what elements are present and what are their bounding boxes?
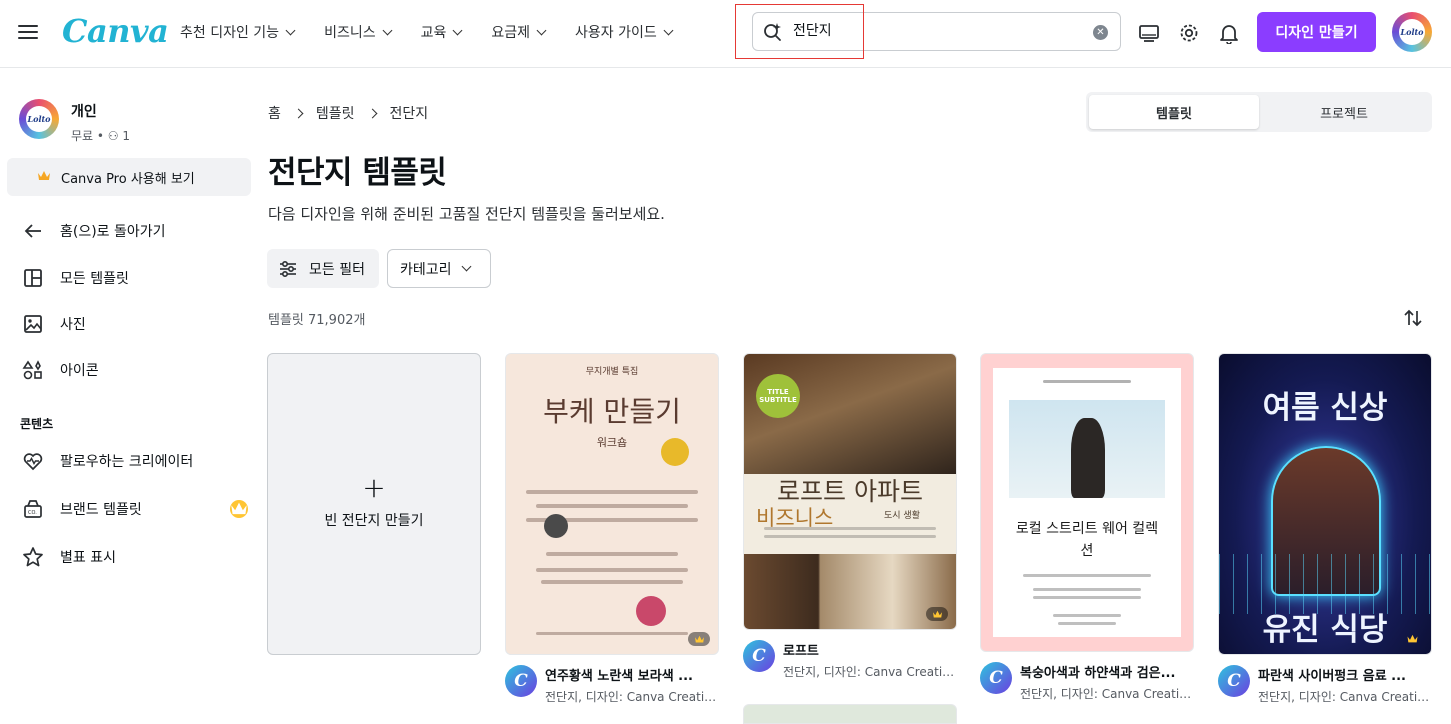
sidebar-item-all-templates[interactable]: 모든 템플릿: [22, 267, 248, 289]
creator-avatar[interactable]: C: [1218, 665, 1250, 697]
card-title[interactable]: 복숭아색과 하얀색과 검은...: [1020, 662, 1192, 681]
chevron-right-icon: [293, 108, 304, 118]
breadcrumb: 홈 템플릿 전단지: [268, 103, 428, 123]
creator-avatar[interactable]: C: [980, 662, 1012, 694]
back-home-link[interactable]: 홈(으)로 돌아가기: [22, 220, 248, 242]
all-filters-button[interactable]: 모든 필터: [267, 249, 379, 288]
card-title[interactable]: 파란색 사이버펑크 음료 ...: [1258, 665, 1430, 684]
gear-icon[interactable]: [1178, 22, 1200, 44]
pro-crown-icon: [688, 632, 710, 646]
breadcrumb-current: 전단지: [389, 106, 429, 122]
creator-avatar[interactable]: C: [743, 640, 775, 672]
sidebar-item-followed-creators[interactable]: 팔로우하는 크리에이터: [22, 450, 248, 472]
sliders-icon: [280, 260, 296, 277]
tab-projects[interactable]: 프로젝트: [1259, 95, 1429, 129]
crown-icon: [231, 502, 247, 515]
template-thumbnail[interactable]: 무지개별 특집 부케 만들기 워크숍: [505, 353, 719, 655]
chevron-down-icon: [663, 25, 674, 35]
tab-templates[interactable]: 템플릿: [1089, 95, 1259, 129]
photo-rooms: [744, 554, 956, 629]
user-avatar[interactable]: Lolto: [1392, 12, 1432, 52]
profile-avatar: Lolto: [19, 99, 59, 139]
nav-business[interactable]: 비즈니스: [324, 22, 393, 42]
create-design-button[interactable]: 디자인 만들기: [1257, 12, 1376, 52]
canva-logo[interactable]: Canva: [62, 12, 169, 50]
pro-crown-badge: [230, 500, 248, 518]
sidebar-item-starred[interactable]: 별표 표시: [22, 546, 248, 568]
top-nav: 추천 디자인 기능 비즈니스 교육 요금제 사용자 가이드: [180, 22, 674, 42]
create-blank-flyer-card[interactable]: + 빈 전단지 만들기: [267, 353, 481, 655]
profile-meta: 무료 • ⚇ 1: [71, 129, 130, 143]
card-subtitle: 전단지, 디자인: Canva Creative...: [545, 690, 717, 704]
bell-icon[interactable]: [1218, 22, 1240, 44]
template-thumbnail-partial[interactable]: [743, 704, 957, 724]
nav-education[interactable]: 교육: [421, 22, 463, 42]
sidebar-item-photos[interactable]: 사진: [22, 313, 248, 335]
breadcrumb-home[interactable]: 홈: [268, 103, 281, 123]
sidebar: Lolto 개인 무료 • ⚇ 1 Canva Pro 사용해 보기 홈(으)로…: [0, 69, 256, 717]
chevron-down-icon: [536, 25, 547, 35]
crown-icon: [38, 171, 50, 180]
creator-avatar[interactable]: C: [505, 665, 537, 697]
brand-kit-icon: CO.: [24, 500, 42, 518]
card-subtitle: 전단지, 디자인: Canva Creative...: [1258, 690, 1430, 704]
template-thumbnail[interactable]: TITLE SUBTITLE 로프트 아파트 비즈니스 도시 생활: [743, 353, 957, 630]
chevron-down-icon: [382, 25, 393, 35]
shapes-icon: [22, 360, 42, 380]
pro-crown-icon: [926, 607, 948, 621]
plus-icon: +: [362, 471, 386, 504]
page-subtitle: 다음 디자인을 위해 준비된 고품질 전단지 템플릿을 둘러보세요.: [268, 205, 665, 223]
page-title: 전단지 템플릿: [268, 155, 447, 191]
top-bar: Canva 추천 디자인 기능 비즈니스 교육 요금제 사용자 가이드 ✕ 디자…: [0, 0, 1451, 68]
star-icon: [23, 547, 43, 567]
svg-text:CO.: CO.: [28, 510, 37, 516]
sort-icon[interactable]: [1402, 307, 1424, 329]
heart-pulse-icon: [23, 453, 43, 471]
chevron-right-icon: [367, 108, 377, 118]
flower-illustration: [636, 596, 666, 626]
try-pro-button[interactable]: Canva Pro 사용해 보기: [7, 158, 251, 196]
chevron-down-icon: [285, 25, 296, 35]
photo-icon: [24, 315, 42, 333]
card-subtitle: 전단지, 디자인: Canva Creative...: [783, 665, 955, 679]
template-card[interactable]: 로컬 스트리트 웨어 컬렉션 C 복숭아색과 하얀색과 검은... 전단지, 디자…: [980, 353, 1194, 702]
arrow-left-icon: [24, 224, 41, 238]
view-toggle: 템플릿 프로젝트: [1086, 92, 1432, 132]
template-card[interactable]: 무지개별 특집 부케 만들기 워크숍 C 연주황색 노란색 보라색 ... 전단지…: [505, 353, 719, 705]
flower-illustration: [661, 438, 689, 466]
card-title[interactable]: 연주황색 노란색 보라색 ...: [545, 665, 717, 684]
clear-search-icon[interactable]: ✕: [1093, 25, 1108, 40]
breadcrumb-templates[interactable]: 템플릿: [316, 103, 355, 123]
profile-name: 개인: [71, 104, 97, 120]
template-icon: [24, 269, 42, 287]
menu-icon[interactable]: [18, 22, 38, 42]
nav-pricing[interactable]: 요금제: [491, 22, 547, 42]
template-count: 템플릿 71,902개: [268, 313, 366, 328]
sidebar-item-brand-templates[interactable]: CO. 브랜드 템플릿: [22, 498, 248, 520]
template-thumbnail[interactable]: 로컬 스트리트 웨어 컬렉션: [980, 353, 1194, 652]
template-thumbnail[interactable]: 여름 신상 유진 식당: [1218, 353, 1432, 655]
template-card[interactable]: 여름 신상 유진 식당 C 파란색 사이버펑크 음료 ... 전단지, 디자인: …: [1218, 353, 1432, 705]
sidebar-item-icons[interactable]: 아이콘: [22, 359, 248, 381]
template-card[interactable]: TITLE SUBTITLE 로프트 아파트 비즈니스 도시 생활 C 로프트전…: [743, 353, 957, 724]
content-section-title: 콘텐츠: [20, 417, 54, 431]
card-subtitle: 전단지, 디자인: Canva Creative...: [1020, 687, 1192, 701]
nav-featured[interactable]: 추천 디자인 기능: [180, 22, 296, 42]
pro-crown-icon: [1401, 632, 1423, 646]
category-dropdown[interactable]: 카테고리: [387, 249, 491, 288]
profile-switcher[interactable]: Lolto 개인 무료 • ⚇ 1: [19, 99, 130, 144]
flower-illustration: [544, 514, 568, 538]
main-content: 홈 템플릿 전단지 템플릿 프로젝트 전단지 템플릿 다음 디자인을 위해 준비…: [256, 69, 1451, 724]
search-highlight-box: [735, 4, 864, 59]
card-title[interactable]: 로프트: [783, 640, 955, 659]
photo-woman: [1009, 400, 1165, 498]
chevron-down-icon: [452, 25, 463, 35]
desktop-app-icon[interactable]: [1138, 22, 1160, 44]
nav-guide[interactable]: 사용자 가이드: [575, 22, 674, 42]
chevron-down-icon: [461, 261, 471, 272]
